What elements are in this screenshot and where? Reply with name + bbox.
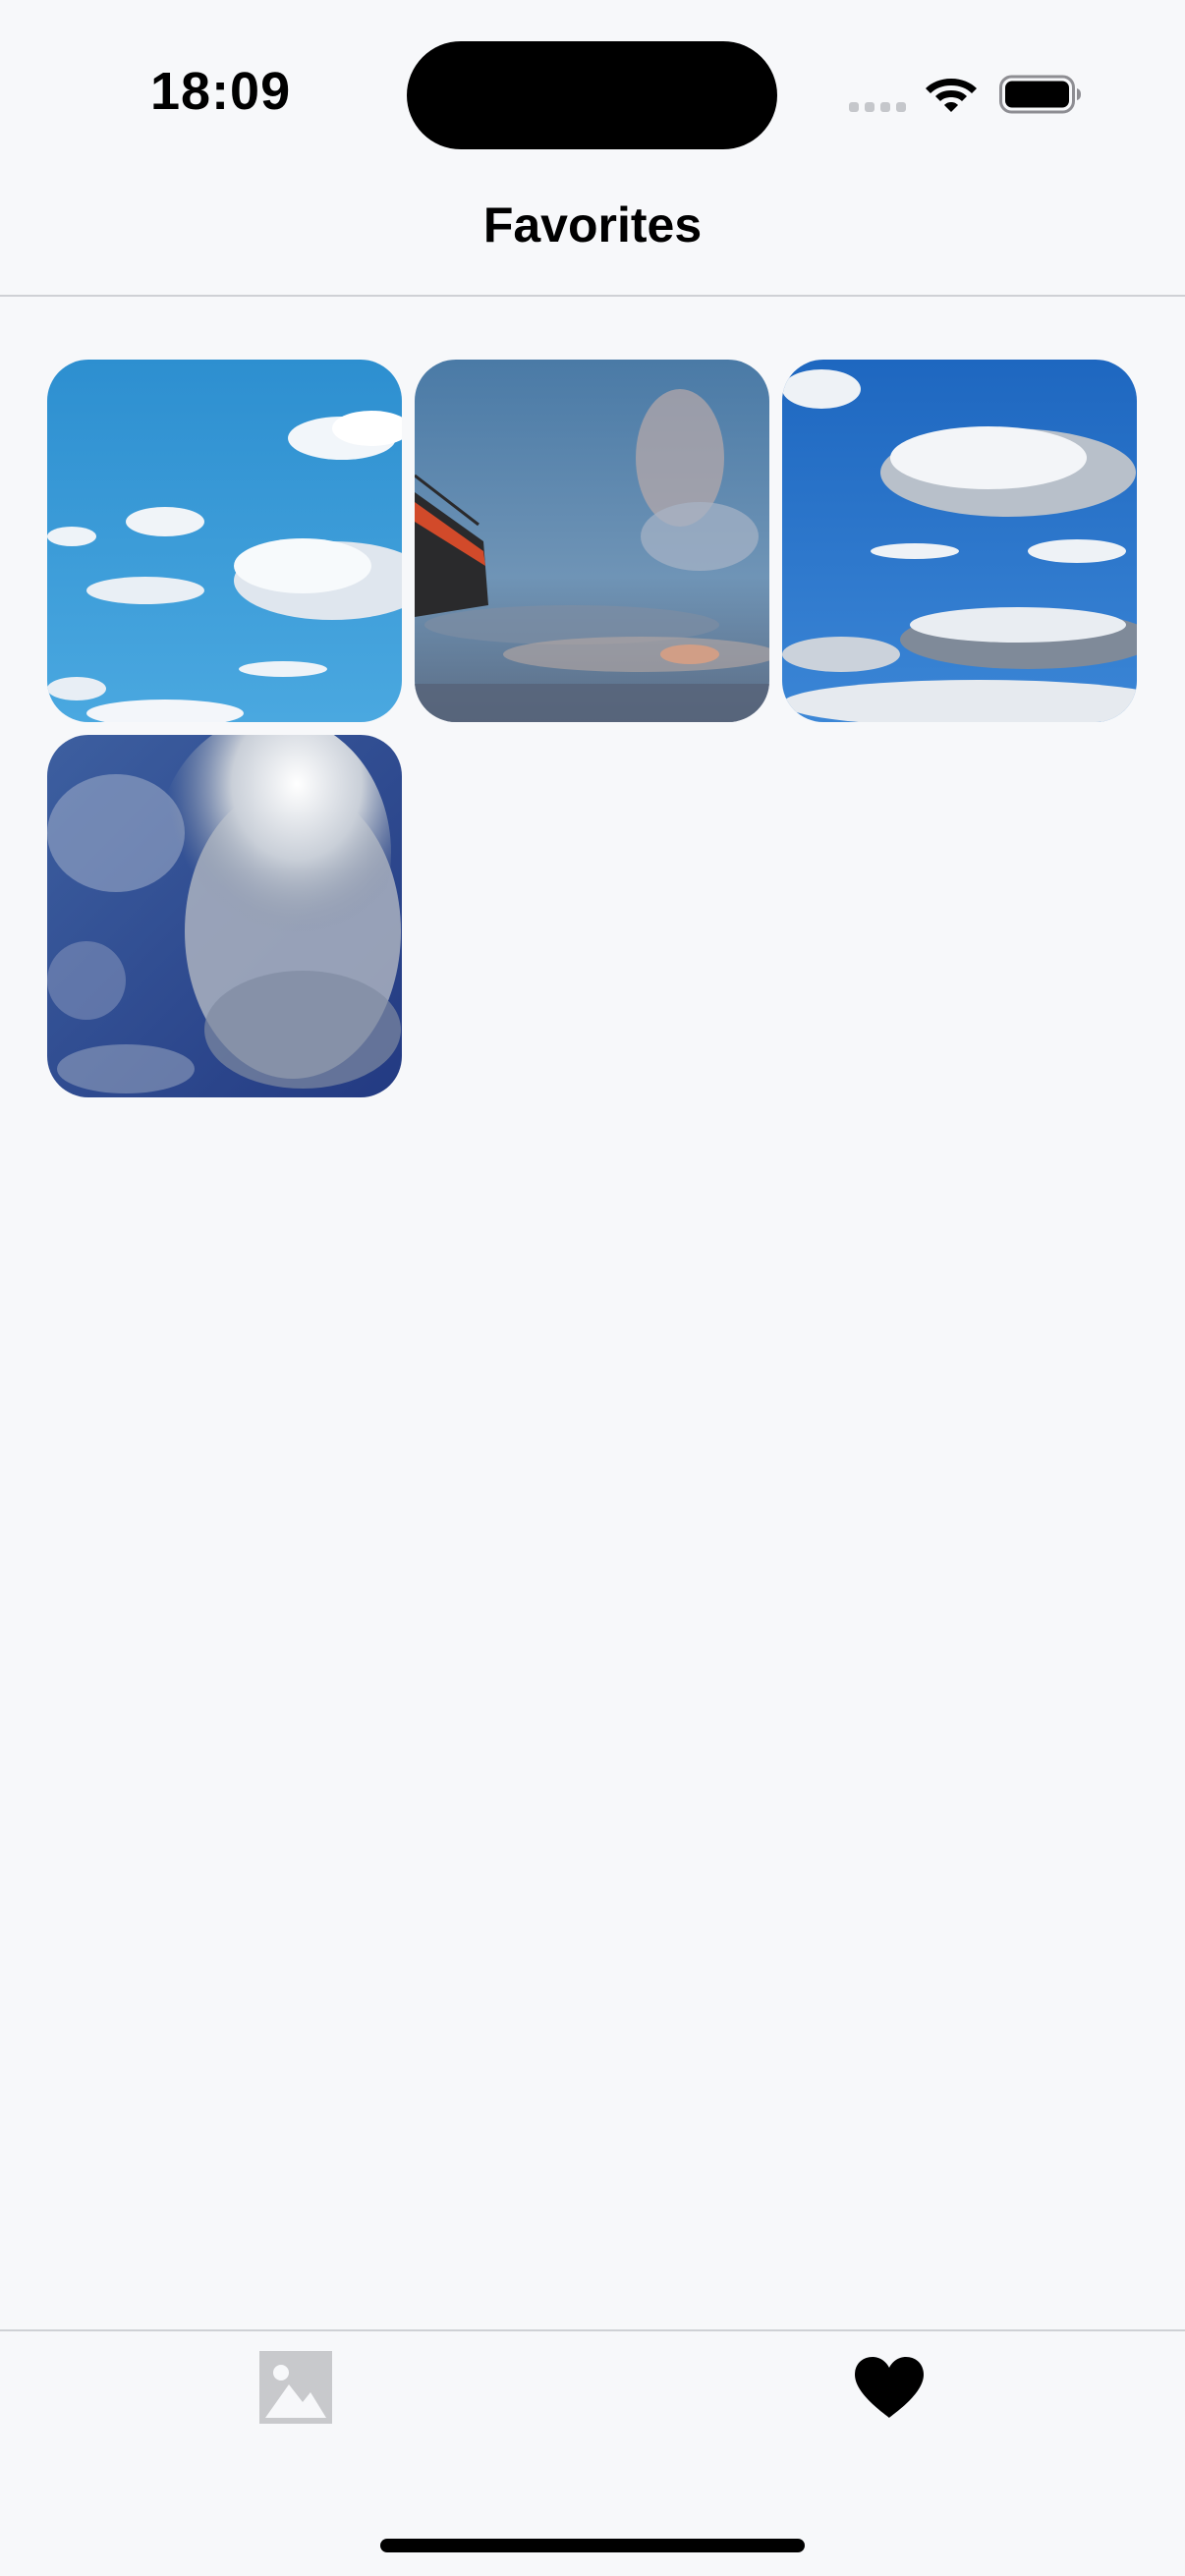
heart-icon[interactable] [853,2355,926,2420]
favorites-screen: 18:09 Favorites [0,0,1185,2576]
photo-icon[interactable] [259,2351,332,2424]
wifi-icon [926,79,977,112]
photo-thumbnail[interactable] [782,360,1137,722]
home-indicator [380,2539,805,2552]
photo-sky-clouds-1 [47,360,402,722]
status-time: 18:09 [150,62,292,121]
favorites-grid [47,360,1138,1097]
photo-sky-clouds-3 [782,360,1137,722]
photo-thumbnail[interactable] [47,360,402,722]
photo-sky-dusk-building [415,360,769,722]
header-divider [0,295,1185,297]
battery-icon [999,75,1081,114]
photo-sky-clouds-4 [47,735,402,1097]
status-bar: 18:09 [0,0,1185,187]
photo-thumbnail[interactable] [47,735,402,1097]
cellular-signal-icon [849,102,906,112]
dynamic-island [407,41,777,149]
page-title: Favorites [482,197,703,252]
photo-thumbnail[interactable] [415,360,769,722]
